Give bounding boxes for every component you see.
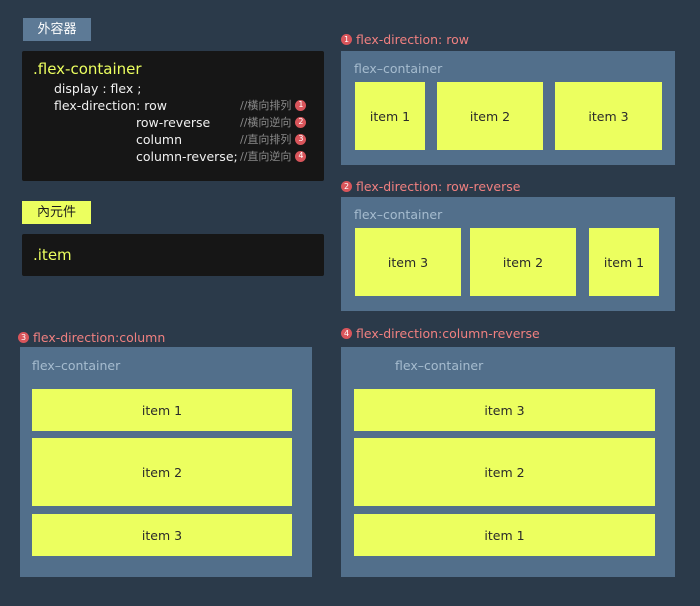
heading-text: flex-direction:column-reverse — [356, 326, 540, 341]
number-badge-icon: 2 — [341, 181, 352, 192]
code-direction-line: flex-direction: row — [54, 98, 167, 113]
number-badge-icon: 3 — [18, 332, 29, 343]
number-badge-icon: 4 — [341, 328, 352, 339]
number-badge-icon: 2 — [295, 116, 307, 128]
outer-container-tag: 外容器 — [23, 18, 91, 41]
flex-item: item 1 — [354, 514, 655, 556]
flex-item: item 2 — [470, 228, 576, 296]
heading-text: flex-direction: row-reverse — [356, 179, 521, 194]
heading-text: flex-direction:column — [33, 330, 166, 345]
item-code-block: .item — [22, 234, 324, 276]
flex-container-column-reverse: flex–container item 3 item 2 item 1 — [341, 347, 675, 577]
code-comment-3: //直向排列 3 — [240, 131, 307, 147]
number-badge-icon: 3 — [295, 133, 307, 145]
container-code-block: .flex-container display : flex ; flex-di… — [22, 51, 324, 181]
inner-element-tag: 內元件 — [22, 201, 91, 224]
flex-item: item 3 — [32, 514, 292, 556]
flex-container-column: flex–container item 1 item 2 item 3 — [20, 347, 312, 577]
flex-item: item 2 — [437, 82, 543, 150]
comment-text: //直向排列 — [240, 133, 292, 146]
code-comment-1: //橫向排列 1 — [240, 97, 307, 113]
flex-item: item 3 — [555, 82, 662, 150]
flex-container-row-reverse: flex–container item 3 item 2 item 1 — [341, 197, 675, 311]
comment-text: //直向逆向 — [240, 150, 292, 163]
code-comment-2: //橫向逆向 2 — [240, 114, 307, 130]
heading-row-reverse: 2 flex-direction: row-reverse — [341, 179, 520, 194]
code-display-line: display : flex ; — [54, 81, 142, 96]
number-badge-icon: 4 — [295, 150, 307, 162]
heading-text: flex-direction: row — [356, 32, 469, 47]
flex-item: item 2 — [354, 438, 655, 506]
code-value-column: column — [136, 132, 183, 147]
heading-column: 3 flex-direction:column — [18, 330, 165, 345]
flex-item: item 1 — [32, 389, 292, 431]
flex-item: item 3 — [354, 389, 655, 431]
number-badge-icon: 1 — [341, 34, 352, 45]
comment-text: //橫向逆向 — [240, 116, 292, 129]
heading-column-reverse: 4 flex-direction:column-reverse — [341, 326, 540, 341]
flex-container-row: flex–container item 1 item 2 item 3 — [341, 51, 675, 165]
code-value-column-reverse: column-reverse; — [136, 149, 238, 164]
flex-item: item 3 — [355, 228, 461, 296]
number-badge-icon: 1 — [295, 99, 307, 111]
flex-item: item 1 — [355, 82, 425, 150]
code-value-row-reverse: row-reverse — [136, 115, 211, 130]
flex-item: item 1 — [589, 228, 659, 296]
code-comment-4: //直向逆向 4 — [240, 148, 307, 164]
item-selector: .item — [33, 246, 72, 264]
container-label: flex–container — [395, 358, 484, 373]
container-label: flex–container — [32, 358, 121, 373]
heading-row: 1 flex-direction: row — [341, 32, 469, 47]
flex-item: item 2 — [32, 438, 292, 506]
code-selector: .flex-container — [33, 60, 142, 78]
container-label: flex–container — [354, 61, 443, 76]
container-label: flex–container — [354, 207, 443, 222]
comment-text: //橫向排列 — [240, 99, 292, 112]
